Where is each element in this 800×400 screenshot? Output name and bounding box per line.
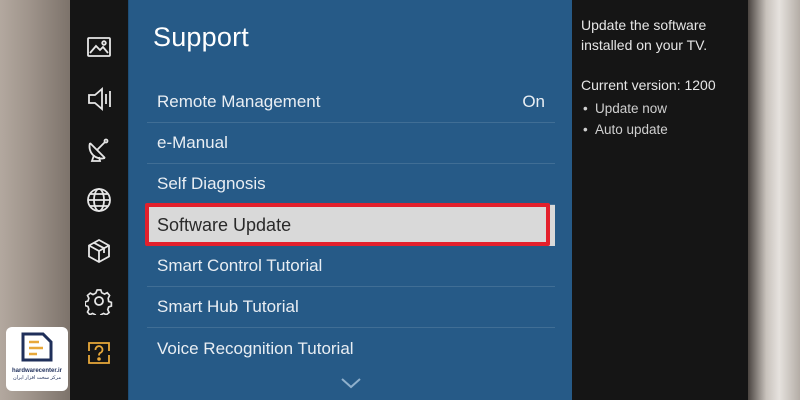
sound-icon[interactable]	[84, 84, 114, 114]
menu-item-e-manual[interactable]: e-Manual	[147, 123, 555, 164]
support-menu-panel: Support Remote Management On e-Manual Se…	[128, 0, 572, 400]
support-menu-list: Remote Management On e-Manual Self Diagn…	[147, 82, 555, 369]
broadcast-icon[interactable]	[84, 134, 114, 164]
menu-item-label: Smart Control Tutorial	[157, 256, 323, 275]
background-photo-right	[748, 0, 800, 400]
info-description: Update the software installed on your TV…	[581, 17, 708, 53]
watermark-subtext: مرکز سخت افزار ایران	[12, 375, 61, 381]
option-update-now: Update now	[581, 98, 748, 119]
circuit-logo-icon	[21, 332, 53, 362]
update-options-list: Update now Auto update	[581, 98, 748, 140]
menu-item-smart-hub-tutorial[interactable]: Smart Hub Tutorial	[147, 287, 555, 328]
menu-item-self-diagnosis[interactable]: Self Diagnosis	[147, 164, 555, 205]
menu-item-label: e-Manual	[157, 133, 228, 152]
menu-item-value: On	[522, 92, 545, 111]
option-auto-update: Auto update	[581, 119, 748, 140]
menu-item-software-update[interactable]: Software Update	[147, 205, 555, 246]
menu-item-smart-control-tutorial[interactable]: Smart Control Tutorial	[147, 246, 555, 287]
picture-icon[interactable]	[84, 32, 114, 62]
menu-item-label: Software Update	[157, 215, 292, 235]
menu-item-label: Voice Recognition Tutorial	[157, 338, 354, 358]
chevron-down-icon[interactable]	[340, 376, 362, 390]
watermark-text: hardwarecenter.ir	[11, 368, 63, 374]
menu-item-label: Self Diagnosis	[157, 174, 266, 193]
settings-category-sidebar	[70, 0, 128, 400]
menu-item-label: Remote Management	[157, 92, 321, 111]
network-icon[interactable]	[84, 185, 114, 215]
menu-item-label: Smart Hub Tutorial	[157, 297, 299, 316]
panel-title: Support	[153, 22, 249, 52]
info-panel: Update the software installed on your TV…	[572, 0, 748, 400]
watermark-logo: hardwarecenter.ir مرکز سخت افزار ایران	[6, 327, 68, 391]
menu-item-voice-recognition-tutorial[interactable]: Voice Recognition Tutorial	[147, 328, 555, 369]
current-version: Current version: 1200	[581, 77, 716, 93]
apps-icon[interactable]	[84, 236, 114, 266]
menu-item-remote-management[interactable]: Remote Management On	[147, 82, 555, 123]
settings-icon[interactable]	[84, 286, 114, 316]
support-icon[interactable]	[84, 338, 114, 368]
